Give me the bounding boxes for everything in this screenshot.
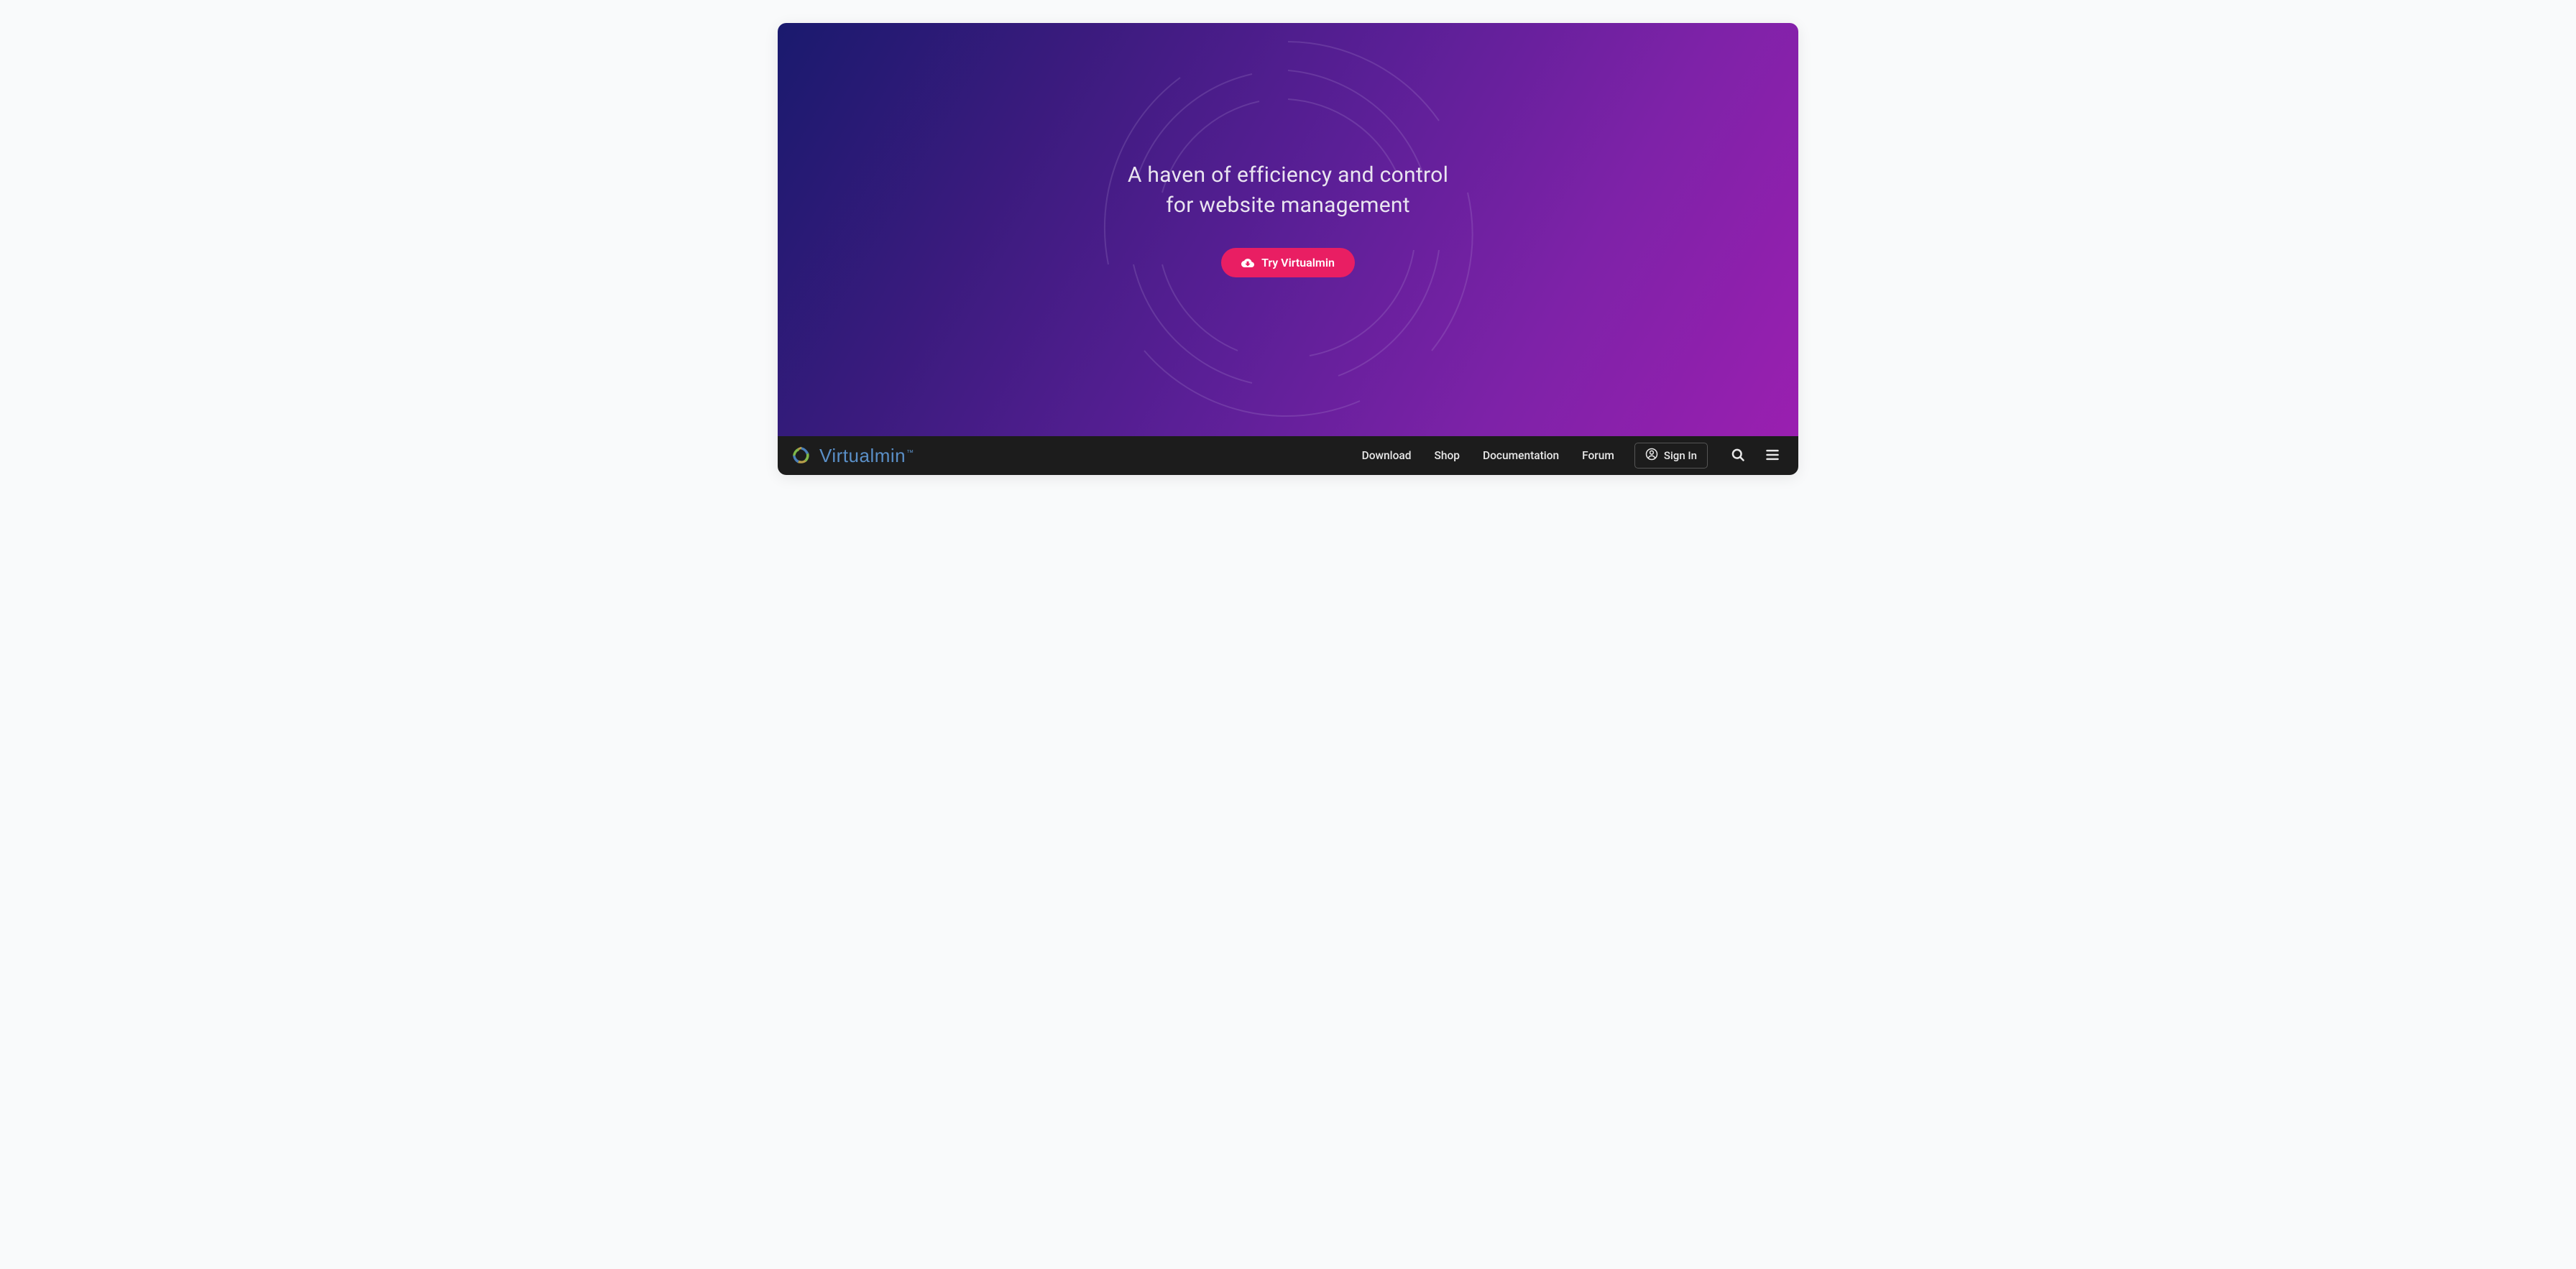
- nav-link-shop[interactable]: Shop: [1435, 449, 1460, 462]
- cloud-download-icon: [1241, 257, 1254, 269]
- virtualmin-logo-icon: [789, 443, 814, 468]
- page-frame: A haven of efficiency and control for we…: [778, 23, 1798, 475]
- hamburger-menu-icon: [1765, 448, 1780, 464]
- hero-headline-line1: A haven of efficiency and control: [1128, 162, 1448, 188]
- signin-label: Sign In: [1664, 449, 1697, 462]
- brand-link[interactable]: Virtualmin™: [789, 443, 914, 468]
- user-circle-icon: [1645, 448, 1658, 463]
- nav-link-download[interactable]: Download: [1362, 449, 1412, 462]
- hero-headline: A haven of efficiency and control for we…: [1128, 160, 1448, 221]
- brand-name: Virtualmin™: [819, 445, 914, 467]
- try-virtualmin-button[interactable]: Try Virtualmin: [1221, 248, 1355, 277]
- nav-link-documentation[interactable]: Documentation: [1483, 449, 1559, 462]
- trademark-symbol: ™: [906, 449, 914, 457]
- signin-button[interactable]: Sign In: [1634, 443, 1708, 469]
- hero-section: A haven of efficiency and control for we…: [778, 23, 1798, 436]
- nav-links: Download Shop Documentation Forum: [1362, 449, 1614, 462]
- hero-content: A haven of efficiency and control for we…: [1128, 160, 1448, 277]
- search-icon: [1731, 448, 1745, 464]
- hero-headline-line2: for website management: [1166, 193, 1410, 218]
- nav-actions: [1728, 445, 1782, 467]
- search-button[interactable]: [1728, 445, 1748, 467]
- cta-label: Try Virtualmin: [1261, 256, 1335, 269]
- menu-button[interactable]: [1762, 445, 1782, 467]
- navbar-right: Download Shop Documentation Forum Sign I…: [1362, 443, 1782, 469]
- navbar-left: Virtualmin™: [789, 443, 914, 468]
- navbar: Virtualmin™ Download Shop Documentation …: [778, 436, 1798, 475]
- nav-link-forum[interactable]: Forum: [1582, 449, 1614, 462]
